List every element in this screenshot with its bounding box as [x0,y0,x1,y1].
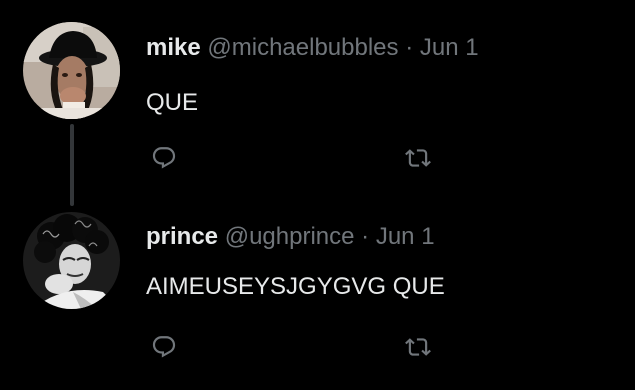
reply-button[interactable] [146,329,182,365]
avatar-photo-mike [23,22,120,119]
tweet-text: AIMEUSEYSJGYGVG QUE [146,273,445,300]
retweet-icon [405,149,431,167]
tweet-date[interactable]: Jun 1 [376,223,435,250]
tweet-text: QUE [146,89,199,116]
user-handle[interactable]: @michaelbubbles [207,34,398,61]
separator-dot: · [361,223,370,250]
retweet-button[interactable] [400,329,436,365]
reply-button[interactable] [146,140,182,176]
avatar-photo-prince [23,212,120,309]
retweet-button[interactable] [400,140,436,176]
reply-icon [152,336,176,358]
tweet-thread: mike @michaelbubbles · Jun 1 QUE prince … [0,0,635,390]
avatar[interactable] [23,22,120,119]
tweet-date[interactable]: Jun 1 [420,34,479,61]
avatar[interactable] [23,212,120,309]
retweet-icon [405,338,431,356]
tweet[interactable]: mike @michaelbubbles · Jun 1 QUE [0,0,635,195]
display-name[interactable]: prince [146,223,218,250]
separator-dot: · [405,34,414,61]
tweet-header: mike @michaelbubbles · Jun 1 [146,33,479,63]
tweet-header: prince @ughprince · Jun 1 [146,222,435,252]
reply-icon [152,147,176,169]
user-handle[interactable]: @ughprince [225,223,355,250]
tweet[interactable]: prince @ughprince · Jun 1 AIMEUSEYSJGYGV… [0,195,635,390]
display-name[interactable]: mike [146,34,201,61]
